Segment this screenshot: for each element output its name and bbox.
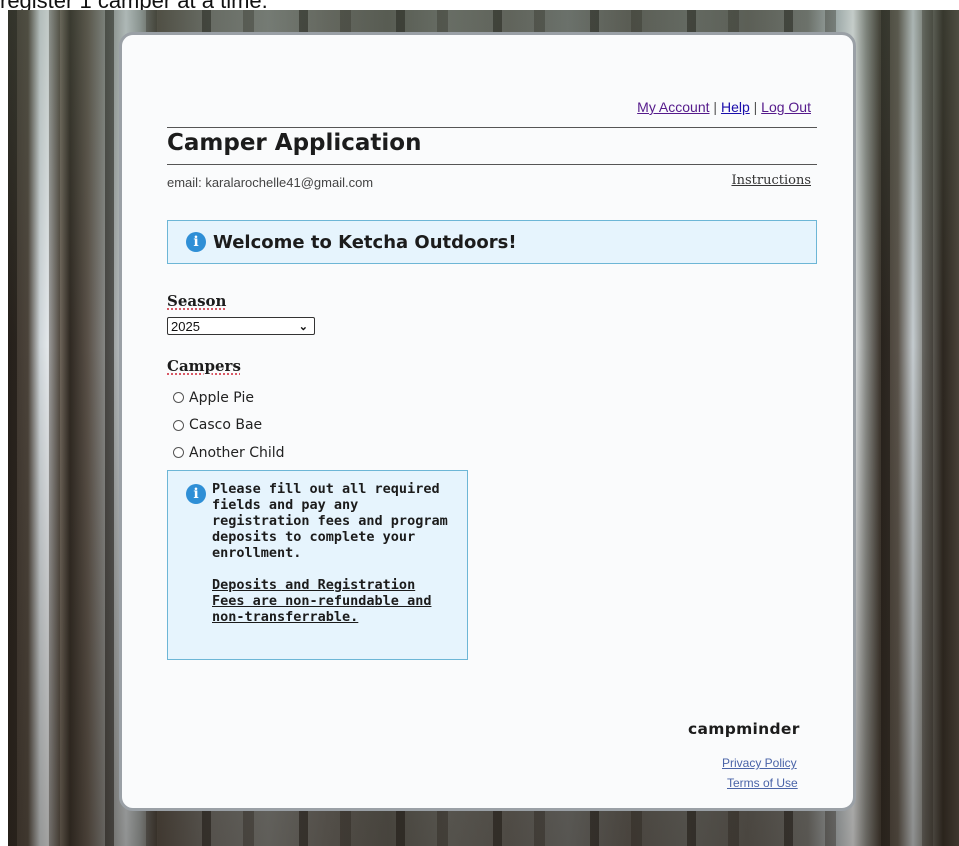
season-label: Season <box>167 292 227 310</box>
account-links: My Account | Help | Log Out <box>637 99 811 115</box>
link-separator: | <box>753 99 758 115</box>
info-icon: i <box>186 232 206 252</box>
info-icon: i <box>186 484 206 504</box>
page-title: Camper Application <box>167 130 422 156</box>
notice-text: Please fill out all required fields and … <box>212 481 448 561</box>
notice-warning: Deposits and Registration Fees are non-r… <box>212 577 432 625</box>
camper-name: Apple Pie <box>189 389 254 406</box>
background-caption-text: register 1 camper at a time. <box>0 0 959 10</box>
instructions-link[interactable]: Instructions <box>731 173 811 188</box>
season-select[interactable]: 2025 ⌄ <box>167 317 315 335</box>
title-bottom-divider <box>167 164 817 165</box>
help-link[interactable]: Help <box>721 99 750 115</box>
my-account-link[interactable]: My Account <box>637 99 709 115</box>
radio-button[interactable] <box>173 447 184 459</box>
welcome-banner: i Welcome to Ketcha Outdoors! <box>167 220 817 264</box>
log-out-link[interactable]: Log Out <box>761 99 811 115</box>
terms-of-use-link[interactable]: Terms of Use <box>727 776 798 790</box>
campminder-logo: campminder <box>688 720 800 738</box>
season-selected-value: 2025 <box>171 318 200 334</box>
email-label: email: <box>167 175 202 190</box>
chevron-down-icon: ⌄ <box>298 320 308 333</box>
link-separator: | <box>713 99 718 115</box>
camper-option-apple-pie[interactable]: Apple Pie <box>173 384 285 412</box>
welcome-text: Welcome to Ketcha Outdoors! <box>213 231 517 253</box>
privacy-policy-link[interactable]: Privacy Policy <box>722 756 797 770</box>
camper-name: Casco Bae <box>189 417 263 434</box>
title-top-divider <box>167 127 817 128</box>
enrollment-notice: i Please fill out all required fields an… <box>167 470 468 660</box>
radio-button[interactable] <box>173 419 184 431</box>
application-card: My Account | Help | Log Out Camper Appli… <box>119 32 856 811</box>
campers-label: Campers <box>167 357 241 375</box>
camper-option-casco-bae[interactable]: Casco Bae <box>173 412 285 440</box>
notice-content: Please fill out all required fields and … <box>212 481 455 625</box>
camper-option-another-child[interactable]: Another Child <box>173 439 285 467</box>
email-value: karalarochelle41@gmail.com <box>205 175 374 190</box>
camper-name: Another Child <box>189 444 285 461</box>
camper-list: Apple Pie Casco Bae Another Child <box>173 384 285 467</box>
radio-button[interactable] <box>173 392 184 404</box>
account-email: email: karalarochelle41@gmail.com <box>167 175 373 190</box>
